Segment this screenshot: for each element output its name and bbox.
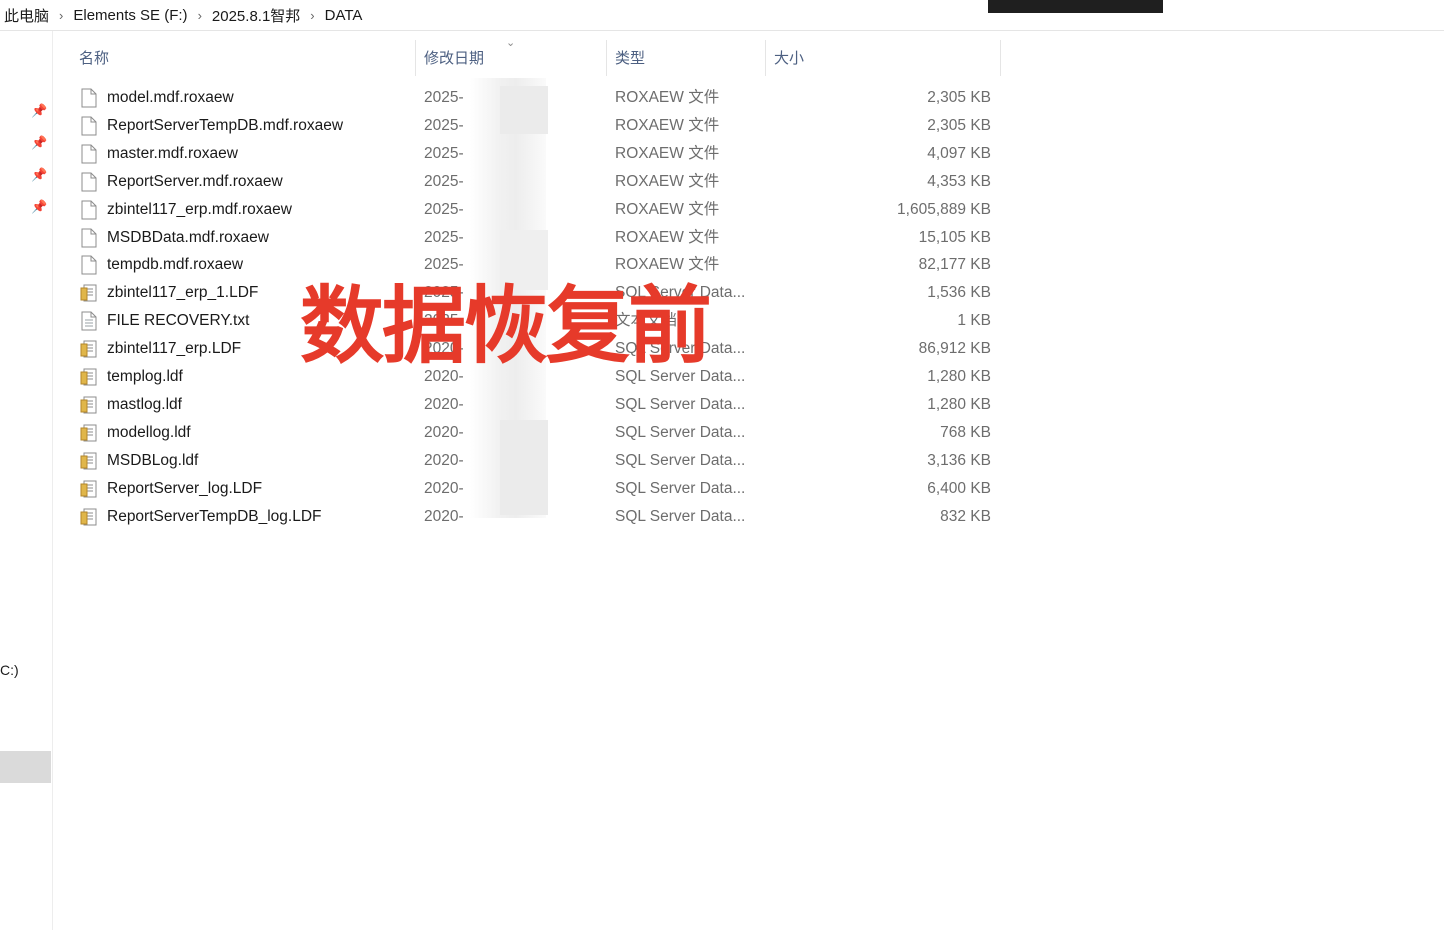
file-type: SQL Server Data...	[615, 423, 746, 441]
column-header-size[interactable]: 大小	[774, 38, 804, 76]
redaction-blur	[500, 420, 548, 515]
file-modified: 2025-	[424, 228, 464, 246]
file-size: 6,400 KB	[927, 479, 991, 497]
file-modified: 2025-	[424, 200, 464, 218]
file-modified: 2020-	[424, 395, 464, 413]
blank-file-icon	[80, 228, 98, 248]
file-type: SQL Server Data...	[615, 479, 746, 497]
pin-icon: 📌	[31, 135, 48, 150]
blank-file-icon	[80, 200, 98, 220]
chevron-right-icon[interactable]: ›	[304, 8, 320, 23]
file-name: zbintel117_erp.mdf.roxaew	[107, 200, 292, 218]
text-file-icon	[80, 311, 98, 331]
file-modified: 2025-	[424, 116, 464, 134]
sql-data-file-icon	[80, 367, 98, 387]
breadcrumb-this-pc[interactable]: 此电脑	[0, 5, 53, 26]
file-size: 768 KB	[940, 423, 991, 441]
breadcrumb-folder[interactable]: 2025.8.1智邦	[208, 5, 304, 26]
file-size: 3,136 KB	[927, 451, 991, 469]
file-size: 2,305 KB	[927, 116, 991, 134]
file-modified: 2025-	[424, 172, 464, 190]
file-size: 4,097 KB	[927, 144, 991, 162]
sql-data-file-icon	[80, 507, 98, 527]
column-header-type[interactable]: 类型	[615, 38, 645, 76]
file-size: 1 KB	[957, 312, 991, 330]
file-size: 15,105 KB	[918, 228, 991, 246]
column-divider[interactable]	[606, 40, 607, 76]
file-size: 82,177 KB	[918, 256, 991, 274]
sql-data-file-icon	[80, 395, 98, 415]
file-type: SQL Server Data...	[615, 451, 746, 469]
chevron-down-icon: ⌄	[506, 37, 516, 49]
blank-file-icon	[80, 255, 98, 275]
file-name: model.mdf.roxaew	[107, 89, 234, 106]
file-modified: 2025-	[424, 144, 464, 162]
file-name: modellog.ldf	[107, 423, 191, 441]
file-modified: 2025-	[424, 89, 464, 106]
breadcrumb-current-folder[interactable]: DATA	[321, 7, 367, 24]
column-header-modified[interactable]: 修改日期	[424, 38, 484, 76]
sql-data-file-icon	[80, 423, 98, 443]
file-name: master.mdf.roxaew	[107, 144, 238, 162]
breadcrumb-drive[interactable]: Elements SE (F:)	[69, 7, 191, 24]
sql-data-file-icon	[80, 451, 98, 471]
column-header-name[interactable]: 名称	[79, 38, 109, 76]
file-size: 4,353 KB	[927, 172, 991, 190]
breadcrumb: 此电脑 › Elements SE (F:) › 2025.8.1智邦 › DA…	[0, 0, 1444, 31]
file-size: 1,536 KB	[927, 284, 991, 302]
file-size: 1,280 KB	[927, 368, 991, 385]
file-type: SQL Server Data...	[615, 507, 746, 525]
file-size: 1,605,889 KB	[897, 200, 991, 218]
file-name: ReportServer_log.LDF	[107, 479, 263, 497]
file-type: ROXAEW 文件	[615, 172, 720, 190]
navigation-pane: 📌 📌 📌 📌 C:)	[0, 31, 53, 930]
file-modified: 2020-	[424, 507, 464, 525]
file-size: 832 KB	[940, 507, 991, 525]
file-name: ReportServer.mdf.roxaew	[107, 172, 283, 190]
file-name: ReportServerTempDB.mdf.roxaew	[107, 116, 344, 134]
overlay-caption: 数据恢复前	[300, 277, 712, 375]
file-name: FILE RECOVERY.txt	[107, 312, 250, 330]
file-name: zbintel117_erp.LDF	[107, 340, 242, 358]
sql-data-file-icon	[80, 339, 98, 359]
file-name: tempdb.mdf.roxaew	[107, 256, 244, 274]
chevron-right-icon[interactable]: ›	[53, 8, 69, 23]
file-type: ROXAEW 文件	[615, 144, 720, 162]
pin-icon: 📌	[31, 103, 48, 118]
chevron-right-icon[interactable]: ›	[192, 8, 208, 23]
file-modified: 2020-	[424, 451, 464, 469]
column-divider[interactable]	[1000, 40, 1001, 76]
file-modified: 2020-	[424, 423, 464, 441]
blank-file-icon	[80, 144, 98, 164]
redaction-blur	[500, 86, 548, 134]
blank-file-icon	[80, 88, 98, 108]
nav-drive-c[interactable]: C:)	[0, 662, 19, 678]
file-modified: 2020-	[424, 479, 464, 497]
file-type: ROXAEW 文件	[615, 228, 720, 246]
file-name: ReportServerTempDB_log.LDF	[107, 507, 322, 525]
file-type: ROXAEW 文件	[615, 200, 720, 218]
redaction-bar	[988, 0, 1163, 13]
pin-icon: 📌	[31, 167, 48, 182]
file-name: zbintel117_erp_1.LDF	[107, 284, 259, 302]
column-divider[interactable]	[765, 40, 766, 76]
file-size: 86,912 KB	[918, 340, 991, 358]
file-size: 1,280 KB	[927, 395, 991, 413]
blank-file-icon	[80, 116, 98, 136]
column-divider[interactable]	[415, 40, 416, 76]
file-name: MSDBLog.ldf	[107, 451, 199, 469]
nav-selected-item[interactable]	[0, 751, 51, 783]
file-name: mastlog.ldf	[107, 395, 182, 413]
file-size: 2,305 KB	[927, 89, 991, 106]
file-name: templog.ldf	[107, 368, 183, 385]
blank-file-icon	[80, 172, 98, 192]
pin-icon: 📌	[31, 199, 48, 214]
sql-data-file-icon	[80, 283, 98, 303]
file-name: MSDBData.mdf.roxaew	[107, 228, 269, 246]
file-type: ROXAEW 文件	[615, 116, 720, 134]
file-type: SQL Server Data...	[615, 395, 746, 413]
sql-data-file-icon	[80, 479, 98, 499]
file-type: ROXAEW 文件	[615, 89, 720, 106]
